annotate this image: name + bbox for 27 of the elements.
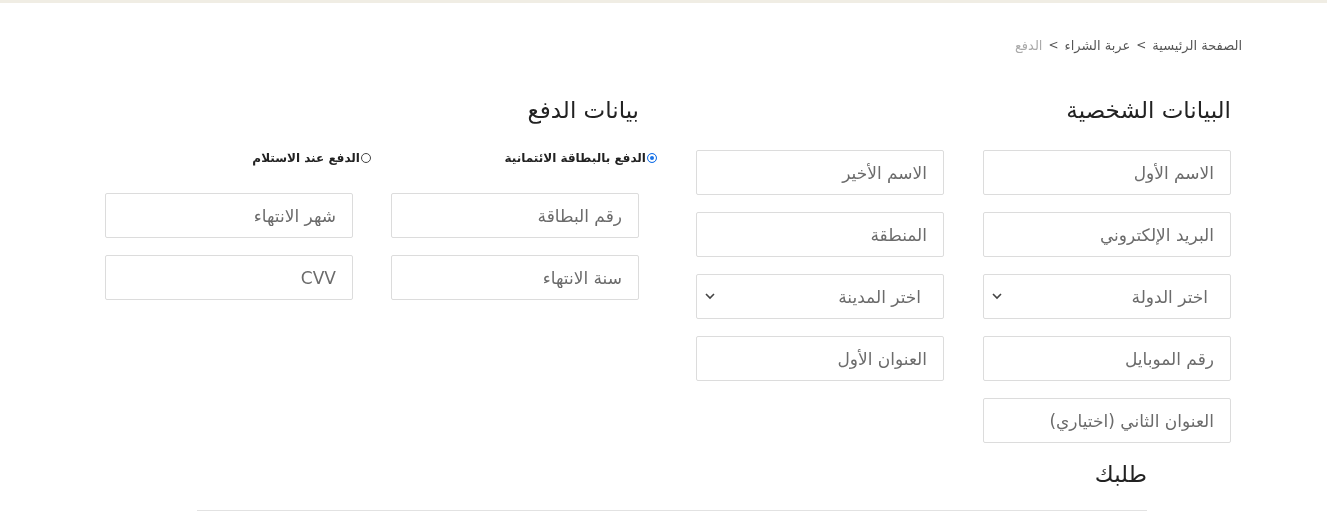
input-field[interactable]: CVV: [105, 255, 353, 300]
input-field[interactable]: العنوان الثاني (اختياري): [983, 398, 1231, 443]
radio-option[interactable]: الدفع عند الاستلام: [125, 151, 371, 165]
separator: >: [1136, 38, 1147, 52]
input-field[interactable]: البريد الإلكتروني: [983, 212, 1231, 257]
section-heading: بيانات الدفع: [526, 96, 639, 126]
chevron-down-icon: [705, 293, 715, 300]
chevron-down-icon: [992, 293, 1002, 300]
input-field[interactable]: سنة الانتهاء: [391, 255, 639, 300]
input-field[interactable]: الاسم الأخير: [696, 150, 944, 195]
radio-button[interactable]: [647, 153, 657, 163]
input-field[interactable]: رقم الموبايل: [983, 336, 1231, 381]
breadcrumb-link[interactable]: الصفحة الرئيسية: [1152, 37, 1242, 53]
input-field[interactable]: العنوان الأول: [696, 336, 944, 381]
section-heading: البيانات الشخصية: [1065, 96, 1231, 125]
input-field[interactable]: المنطقة: [696, 212, 944, 257]
input-field[interactable]: رقم البطاقة: [391, 193, 639, 238]
select-field[interactable]: اختر الدولة: [983, 274, 1231, 319]
select-field[interactable]: اختر المدينة: [696, 274, 944, 319]
breadcrumb-link[interactable]: عربة الشراء: [1064, 37, 1131, 53]
current-page-label: الدفع: [1014, 37, 1043, 53]
radio-button[interactable]: [361, 153, 371, 163]
radio-option[interactable]: الدفع بالبطاقة الائتمانية: [411, 151, 657, 165]
input-field[interactable]: شهر الانتهاء: [105, 193, 353, 238]
section-heading: طلبك: [1093, 460, 1147, 489]
separator: >: [1048, 38, 1059, 52]
input-field[interactable]: الاسم الأول: [983, 150, 1231, 195]
